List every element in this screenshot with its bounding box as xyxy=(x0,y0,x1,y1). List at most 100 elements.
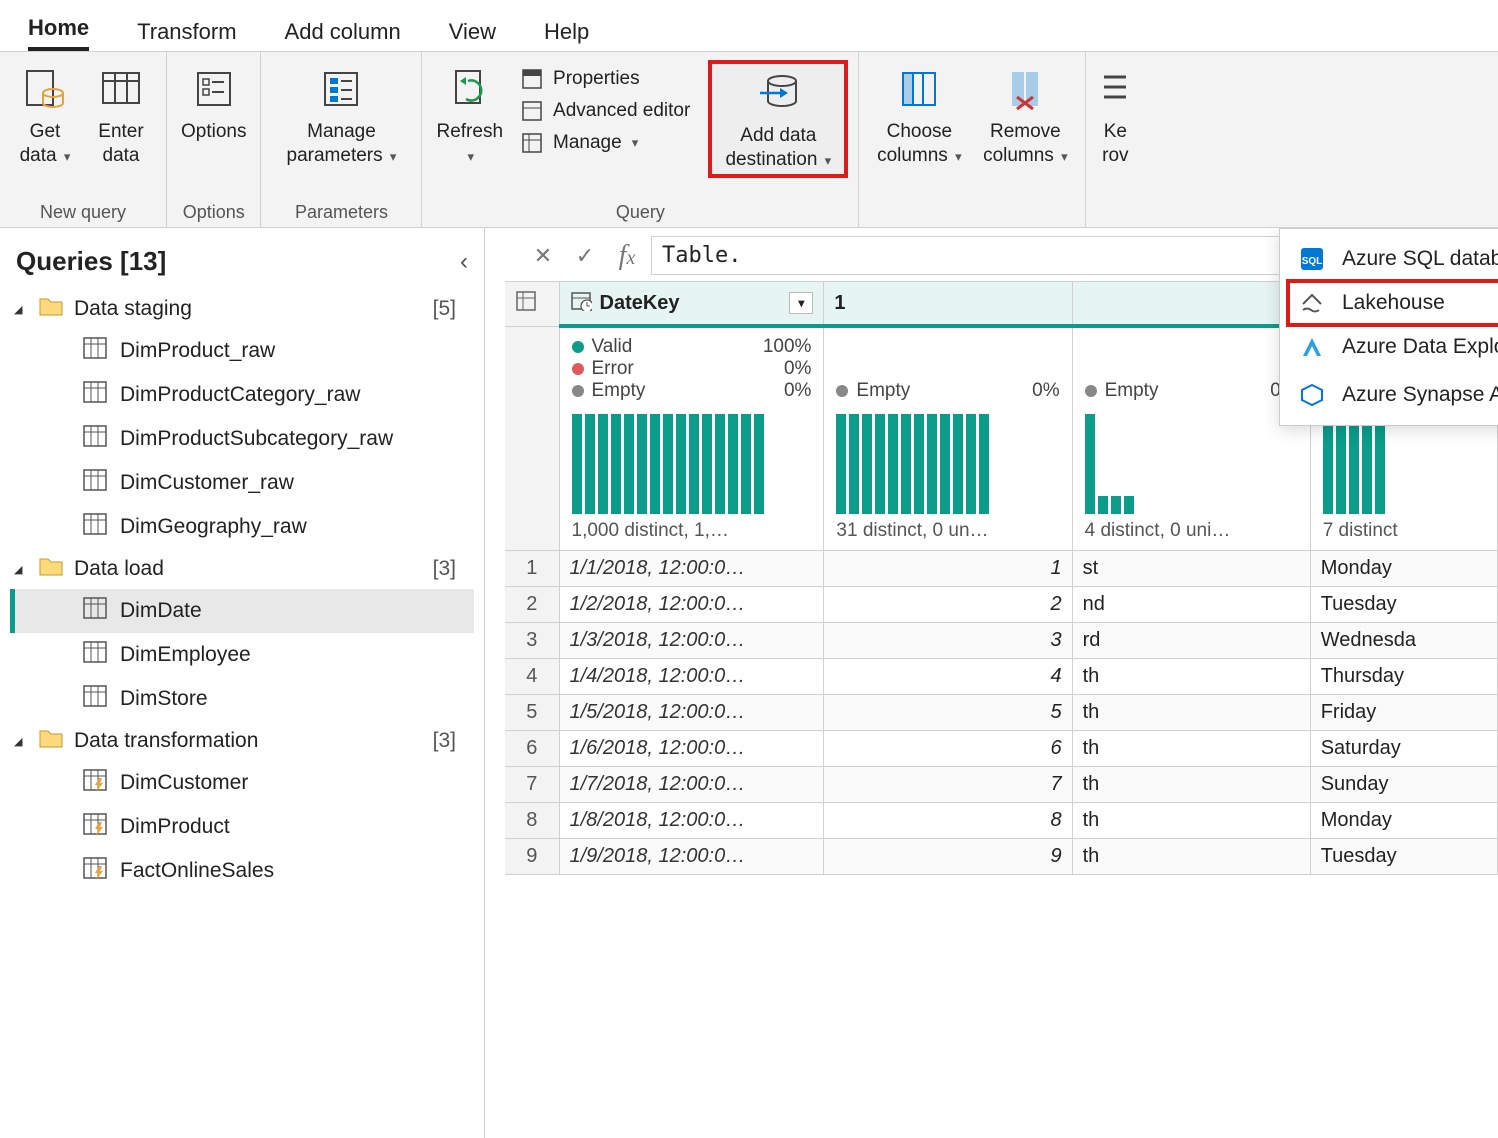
row-number: 8 xyxy=(505,803,559,839)
cell-date[interactable]: 1/5/2018, 12:00:0… xyxy=(559,695,824,731)
dest-menu-item-lakehouse[interactable]: Lakehouse xyxy=(1286,279,1498,327)
tree-folder[interactable]: ◢ Data load [3] xyxy=(10,549,474,589)
cell-date[interactable]: 1/8/2018, 12:00:0… xyxy=(559,803,824,839)
tree-folder[interactable]: ◢ Data staging [5] xyxy=(10,289,474,329)
cell-day[interactable]: Saturday xyxy=(1310,731,1497,767)
dest-menu-item-sql[interactable]: SQLAzure SQL database xyxy=(1280,235,1498,283)
table-bolt-icon xyxy=(82,856,108,886)
cell-date[interactable]: 1/1/2018, 12:00:0… xyxy=(559,551,824,587)
cell-num[interactable]: 5 xyxy=(824,695,1072,731)
tree-item[interactable]: DimDate xyxy=(10,589,474,633)
cell-num[interactable]: 7 xyxy=(824,767,1072,803)
cell-date[interactable]: 1/3/2018, 12:00:0… xyxy=(559,623,824,659)
refresh-icon xyxy=(448,62,492,116)
cell-num[interactable]: 3 xyxy=(824,623,1072,659)
cell-date[interactable]: 1/2/2018, 12:00:0… xyxy=(559,587,824,623)
dest-menu-item-kusto[interactable]: Azure Data Explorer (Kusto) xyxy=(1280,323,1498,371)
dest-menu-item-synapse[interactable]: Azure Synapse Analytics (SQL DW) xyxy=(1280,371,1498,419)
options-button[interactable]: Options xyxy=(177,60,250,146)
table-row[interactable]: 4 1/4/2018, 12:00:0… 4 th Thursday xyxy=(505,659,1498,695)
cell-num[interactable]: 9 xyxy=(824,839,1072,875)
tab-home[interactable]: Home xyxy=(28,15,89,51)
folder-label: Data transformation xyxy=(74,729,258,753)
rows-icon xyxy=(1100,62,1130,116)
cell-day[interactable]: Wednesda xyxy=(1310,623,1497,659)
row-number: 6 xyxy=(505,731,559,767)
tab-add-column[interactable]: Add column xyxy=(285,19,401,51)
cell-suffix[interactable]: nd xyxy=(1072,587,1310,623)
column-header[interactable]: 1 xyxy=(824,282,1072,326)
tree-item[interactable]: DimCustomer xyxy=(10,761,474,805)
tree-item[interactable]: DimProduct_raw xyxy=(10,329,474,373)
tree-item[interactable]: DimEmployee xyxy=(10,633,474,677)
tree-folder[interactable]: ◢ Data transformation [3] xyxy=(10,721,474,761)
cell-num[interactable]: 2 xyxy=(824,587,1072,623)
cell-date[interactable]: 1/9/2018, 12:00:0… xyxy=(559,839,824,875)
ribbon: Getdata ▾ Enterdata New query xyxy=(0,52,1498,228)
keep-rows-partial-button[interactable]: Kerov xyxy=(1096,60,1134,170)
add-data-destination-button[interactable]: Add datadestination ▾ xyxy=(708,60,848,178)
cell-num[interactable]: 8 xyxy=(824,803,1072,839)
refresh-button[interactable]: Refresh▾ xyxy=(432,60,507,170)
tree-item[interactable]: DimGeography_raw xyxy=(10,505,474,549)
column-header[interactable]: DateKey ▾ xyxy=(559,282,824,326)
cell-date[interactable]: 1/4/2018, 12:00:0… xyxy=(559,659,824,695)
column-header[interactable] xyxy=(1072,282,1310,326)
tree-item[interactable]: DimProduct xyxy=(10,805,474,849)
cell-num[interactable]: 1 xyxy=(824,551,1072,587)
table-row[interactable]: 9 1/9/2018, 12:00:0… 9 th Tuesday xyxy=(505,839,1498,875)
table-icon xyxy=(82,596,108,626)
tab-transform[interactable]: Transform xyxy=(137,19,236,51)
tab-view[interactable]: View xyxy=(449,19,496,51)
table-row[interactable]: 2 1/2/2018, 12:00:0… 2 nd Tuesday xyxy=(505,587,1498,623)
cell-suffix[interactable]: th xyxy=(1072,839,1310,875)
cell-day[interactable]: Friday xyxy=(1310,695,1497,731)
tree-item[interactable]: DimCustomer_raw xyxy=(10,461,474,505)
choose-columns-button[interactable]: Choosecolumns ▾ xyxy=(869,60,969,170)
grid-corner[interactable] xyxy=(505,282,559,326)
cell-suffix[interactable]: th xyxy=(1072,767,1310,803)
cell-num[interactable]: 4 xyxy=(824,659,1072,695)
tab-help[interactable]: Help xyxy=(544,19,589,51)
get-data-button[interactable]: Getdata ▾ xyxy=(10,60,80,170)
table-row[interactable]: 6 1/6/2018, 12:00:0… 6 th Saturday xyxy=(505,731,1498,767)
cell-day[interactable]: Monday xyxy=(1310,551,1497,587)
enter-data-button[interactable]: Enterdata xyxy=(86,60,156,170)
tree-item[interactable]: DimStore xyxy=(10,677,474,721)
cell-day[interactable]: Thursday xyxy=(1310,659,1497,695)
manage-parameters-button[interactable]: Manageparameters ▾ xyxy=(271,60,411,170)
table-row[interactable]: 1 1/1/2018, 12:00:0… 1 st Monday xyxy=(505,551,1498,587)
tree-item[interactable]: DimProductCategory_raw xyxy=(10,373,474,417)
commit-formula-button[interactable]: ✓ xyxy=(567,243,603,269)
column-filter-dropdown[interactable]: ▾ xyxy=(789,292,813,314)
collapse-panel-button[interactable]: ‹ xyxy=(460,248,468,276)
group-label: Parameters xyxy=(271,200,411,223)
tree-item-label: DimProductSubcategory_raw xyxy=(120,427,393,451)
table-icon xyxy=(82,468,108,498)
ribbon-group-parameters: Manageparameters ▾ Parameters xyxy=(261,52,422,227)
cell-suffix[interactable]: th xyxy=(1072,803,1310,839)
cell-day[interactable]: Sunday xyxy=(1310,767,1497,803)
tree-item[interactable]: DimProductSubcategory_raw xyxy=(10,417,474,461)
cell-suffix[interactable]: rd xyxy=(1072,623,1310,659)
cell-date[interactable]: 1/6/2018, 12:00:0… xyxy=(559,731,824,767)
properties-button[interactable]: Properties xyxy=(513,64,696,94)
table-row[interactable]: 8 1/8/2018, 12:00:0… 8 th Monday xyxy=(505,803,1498,839)
cell-day[interactable]: Monday xyxy=(1310,803,1497,839)
manage-button[interactable]: Manage ▾ xyxy=(513,128,696,158)
cell-day[interactable]: Tuesday xyxy=(1310,839,1497,875)
cell-num[interactable]: 6 xyxy=(824,731,1072,767)
cell-suffix[interactable]: st xyxy=(1072,551,1310,587)
cell-day[interactable]: Tuesday xyxy=(1310,587,1497,623)
table-row[interactable]: 7 1/7/2018, 12:00:0… 7 th Sunday xyxy=(505,767,1498,803)
cell-suffix[interactable]: th xyxy=(1072,659,1310,695)
cell-suffix[interactable]: th xyxy=(1072,695,1310,731)
cell-date[interactable]: 1/7/2018, 12:00:0… xyxy=(559,767,824,803)
cell-suffix[interactable]: th xyxy=(1072,731,1310,767)
table-row[interactable]: 3 1/3/2018, 12:00:0… 3 rd Wednesda xyxy=(505,623,1498,659)
cancel-formula-button[interactable]: ✕ xyxy=(525,243,561,269)
table-row[interactable]: 5 1/5/2018, 12:00:0… 5 th Friday xyxy=(505,695,1498,731)
tree-item[interactable]: FactOnlineSales xyxy=(10,849,474,893)
remove-columns-button[interactable]: Removecolumns ▾ xyxy=(975,60,1075,170)
advanced-editor-button[interactable]: Advanced editor xyxy=(513,96,696,126)
